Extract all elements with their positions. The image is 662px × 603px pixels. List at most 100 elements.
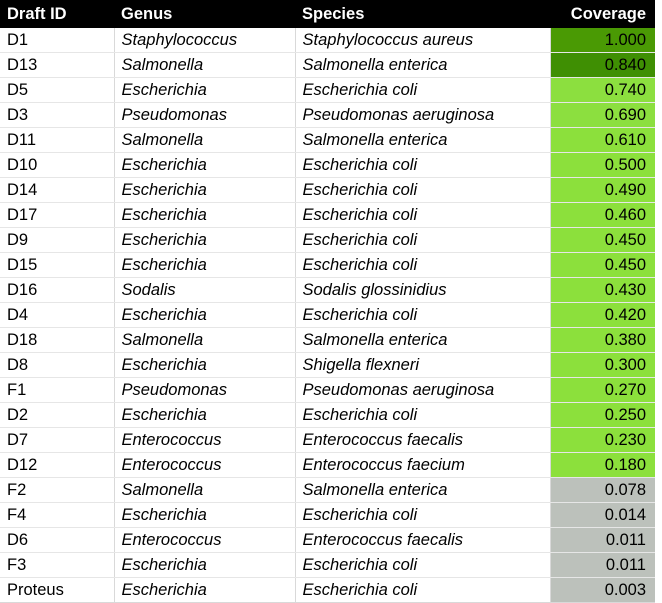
cell-coverage: 0.180 [550, 452, 655, 478]
cell-draft-id: D18 [0, 327, 115, 353]
cell-genus: Salmonella [114, 327, 296, 353]
cell-genus: Salmonella [114, 477, 296, 503]
cell-draft-id: D4 [0, 302, 115, 328]
cell-genus: Enterococcus [114, 452, 296, 478]
table-row[interactable]: D11 Salmonella Salmonella enterica 0.610 [0, 127, 655, 153]
cell-draft-id: D9 [0, 227, 115, 253]
cell-coverage: 0.011 [550, 552, 655, 578]
cell-draft-id: D2 [0, 402, 115, 428]
cell-species: Enterococcus faecalis [295, 527, 551, 553]
cell-draft-id: D5 [0, 77, 115, 103]
table-row[interactable]: D13 Salmonella Salmonella enterica 0.840 [0, 52, 655, 78]
cell-genus: Escherichia [114, 552, 296, 578]
table-row[interactable]: D8 Escherichia Shigella flexneri 0.300 [0, 352, 655, 378]
cell-species: Escherichia coli [295, 302, 551, 328]
cell-genus: Staphylococcus [114, 28, 296, 53]
cell-coverage: 0.690 [550, 102, 655, 128]
column-header-coverage[interactable]: Coverage [550, 0, 655, 28]
cell-genus: Pseudomonas [114, 377, 296, 403]
table-row[interactable]: D15 Escherichia Escherichia coli 0.450 [0, 252, 655, 278]
cell-draft-id: F1 [0, 377, 115, 403]
table-row[interactable]: D6 Enterococcus Enterococcus faecalis 0.011 [0, 527, 655, 553]
table-row[interactable]: F3 Escherichia Escherichia coli 0.011 [0, 552, 655, 578]
cell-genus: Pseudomonas [114, 102, 296, 128]
cell-species: Escherichia coli [295, 577, 551, 603]
cell-draft-id: D3 [0, 102, 115, 128]
table-row[interactable]: D4 Escherichia Escherichia coli 0.420 [0, 302, 655, 328]
coverage-table-container: Draft ID Genus Species Coverage D1 Staphy… [0, 0, 662, 603]
cell-coverage: 0.490 [550, 177, 655, 203]
table-row[interactable]: D10 Escherichia Escherichia coli 0.500 [0, 152, 655, 178]
cell-draft-id: F2 [0, 477, 115, 503]
cell-genus: Salmonella [114, 127, 296, 153]
table-row[interactable]: D14 Escherichia Escherichia coli 0.490 [0, 177, 655, 203]
table-row[interactable]: Proteus Escherichia Escherichia coli 0.003 [0, 577, 655, 603]
table-row[interactable]: D12 Enterococcus Enterococcus faecium 0.180 [0, 452, 655, 478]
table-row[interactable]: D7 Enterococcus Enterococcus faecalis 0.230 [0, 427, 655, 453]
table-row[interactable]: D16 Sodalis Sodalis glossinidius 0.430 [0, 277, 655, 303]
cell-coverage: 0.078 [550, 477, 655, 503]
cell-species: Sodalis glossinidius [295, 277, 551, 303]
table-row[interactable]: D1 Staphylococcus Staphylococcus aureus 1.0… [0, 28, 655, 53]
table-row[interactable]: F1 Pseudomonas Pseudomonas aeruginosa 0.270 [0, 377, 655, 403]
cell-species: Escherichia coli [295, 227, 551, 253]
cell-draft-id: D6 [0, 527, 115, 553]
cell-draft-id: F3 [0, 552, 115, 578]
cell-coverage: 0.430 [550, 277, 655, 303]
cell-coverage: 0.380 [550, 327, 655, 353]
cell-coverage: 0.450 [550, 252, 655, 278]
cell-genus: Enterococcus [114, 527, 296, 553]
cell-draft-id: D8 [0, 352, 115, 378]
cell-species: Escherichia coli [295, 402, 551, 428]
table-row[interactable]: D5 Escherichia Escherichia coli 0.740 [0, 77, 655, 103]
column-header-draft-id[interactable]: Draft ID [0, 0, 114, 28]
column-header-genus[interactable]: Genus [114, 0, 295, 28]
cell-species: Salmonella enterica [295, 127, 551, 153]
cell-genus: Escherichia [114, 152, 296, 178]
table-header-row: Draft ID Genus Species Coverage [0, 0, 655, 28]
cell-draft-id: D12 [0, 452, 115, 478]
cell-genus: Escherichia [114, 202, 296, 228]
cell-draft-id: D15 [0, 252, 115, 278]
cell-coverage: 0.003 [550, 577, 655, 603]
cell-coverage: 0.250 [550, 402, 655, 428]
cell-coverage: 0.450 [550, 227, 655, 253]
cell-species: Escherichia coli [295, 202, 551, 228]
cell-species: Pseudomonas aeruginosa [295, 102, 551, 128]
cell-genus: Escherichia [114, 252, 296, 278]
table-row[interactable]: F4 Escherichia Escherichia coli 0.014 [0, 502, 655, 528]
cell-coverage: 0.460 [550, 202, 655, 228]
cell-genus: Escherichia [114, 352, 296, 378]
cell-genus: Salmonella [114, 52, 296, 78]
cell-genus: Escherichia [114, 502, 296, 528]
column-header-species[interactable]: Species [295, 0, 550, 28]
cell-coverage: 0.230 [550, 427, 655, 453]
table-row[interactable]: D3 Pseudomonas Pseudomonas aeruginosa 0.690 [0, 102, 655, 128]
table-row[interactable]: D2 Escherichia Escherichia coli 0.250 [0, 402, 655, 428]
cell-species: Salmonella enterica [295, 327, 551, 353]
cell-draft-id: D7 [0, 427, 115, 453]
table-row[interactable]: D9 Escherichia Escherichia coli 0.450 [0, 227, 655, 253]
cell-draft-id: D17 [0, 202, 115, 228]
cell-species: Escherichia coli [295, 77, 551, 103]
cell-draft-id: D10 [0, 152, 115, 178]
cell-genus: Escherichia [114, 402, 296, 428]
table-row[interactable]: D17 Escherichia Escherichia coli 0.460 [0, 202, 655, 228]
coverage-table: Draft ID Genus Species Coverage D1 Staphy… [0, 0, 655, 603]
cell-species: Enterococcus faecalis [295, 427, 551, 453]
table-row[interactable]: F2 Salmonella Salmonella enterica 0.078 [0, 477, 655, 503]
cell-draft-id: D13 [0, 52, 115, 78]
cell-draft-id: F4 [0, 502, 115, 528]
cell-draft-id: D11 [0, 127, 115, 153]
cell-species: Salmonella enterica [295, 477, 551, 503]
cell-genus: Escherichia [114, 302, 296, 328]
cell-draft-id: D16 [0, 277, 115, 303]
table-row[interactable]: D18 Salmonella Salmonella enterica 0.380 [0, 327, 655, 353]
cell-coverage: 0.300 [550, 352, 655, 378]
cell-species: Escherichia coli [295, 152, 551, 178]
cell-genus: Sodalis [114, 277, 296, 303]
cell-coverage: 1.000 [550, 28, 655, 53]
cell-coverage: 0.420 [550, 302, 655, 328]
cell-coverage: 0.740 [550, 77, 655, 103]
cell-coverage: 0.011 [550, 527, 655, 553]
